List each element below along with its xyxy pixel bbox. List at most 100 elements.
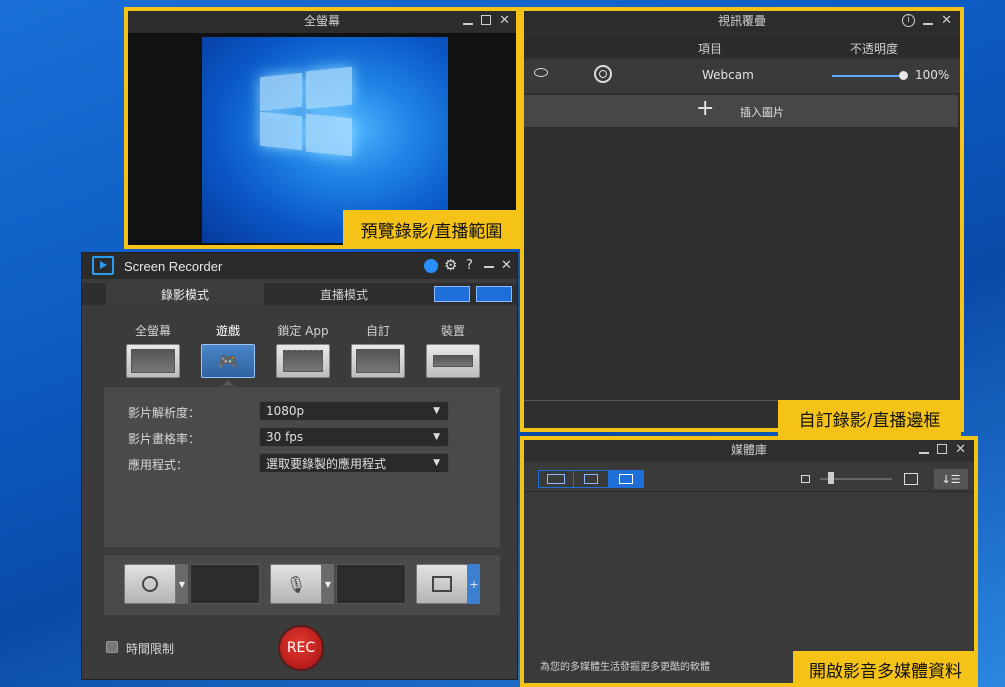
info-icon[interactable]: i xyxy=(902,13,916,27)
media-titlebar: 媒體庫 xyxy=(520,436,978,462)
thumb-size-handle[interactable] xyxy=(828,472,834,484)
webcam-toggle-button[interactable] xyxy=(124,564,176,604)
gamepad-icon: 🎮 xyxy=(218,351,238,371)
overlay-title: 視訊覆疊 xyxy=(717,13,766,28)
recorder-titlebar: Screen Recorder ⚙ ? ✕ xyxy=(82,253,517,279)
minimize-icon[interactable] xyxy=(484,266,494,268)
small-thumb-icon[interactable] xyxy=(801,475,810,483)
resolution-value: 1080p xyxy=(266,404,305,418)
settings-gear-icon[interactable]: ⚙ xyxy=(444,256,457,274)
overlay-row-webcam[interactable]: Webcam 100% xyxy=(520,59,964,93)
column-item-header: 項目 xyxy=(698,42,723,56)
minimize-icon[interactable] xyxy=(919,452,930,454)
recording-settings-panel: 影片解析度： 1080p ▼ 影片畫格率： 30 fps ▼ 應用程式： 選取要… xyxy=(104,387,500,547)
layout-dual-icon[interactable] xyxy=(476,286,512,302)
overlay-header-row: 項目 不透明度 xyxy=(520,37,964,57)
minimize-icon[interactable] xyxy=(923,23,934,25)
help-icon[interactable]: ? xyxy=(466,258,473,273)
media-title: 媒體庫 xyxy=(730,442,767,457)
microphone-level-field xyxy=(336,564,406,604)
tab-live-mode[interactable]: 直播模式 xyxy=(264,283,424,305)
close-icon[interactable]: ✕ xyxy=(499,13,510,28)
insert-image-label: 插入圖片 xyxy=(740,106,784,119)
framerate-value: 30 fps xyxy=(266,430,304,444)
preview-title: 全螢幕 xyxy=(303,13,340,28)
time-limit-label: 時間限制 xyxy=(126,642,175,656)
tab-record-mode[interactable]: 錄影模式 xyxy=(106,283,264,305)
effects-button[interactable] xyxy=(416,564,468,604)
opacity-slider-handle[interactable] xyxy=(899,71,908,80)
overlay-callout: 自訂錄影/直播邊框 xyxy=(778,400,961,436)
microphone-dropdown[interactable]: ▼ xyxy=(322,564,334,604)
recorder-title: Screen Recorder xyxy=(124,259,223,274)
media-window-controls: ✕ xyxy=(919,436,966,462)
custom-mode-button[interactable] xyxy=(351,344,405,378)
mode-label-device: 裝置 xyxy=(440,324,465,338)
lock-app-mode-button[interactable] xyxy=(276,344,330,378)
lock-app-icon xyxy=(283,350,323,372)
custom-region-icon xyxy=(356,349,400,373)
app-logo-icon xyxy=(92,256,114,275)
microphone-toggle-button[interactable]: 🎙 xyxy=(270,564,322,604)
webcam-preview-field xyxy=(190,564,260,604)
application-select[interactable]: 選取要錄製的應用程式 ▼ xyxy=(259,453,449,473)
device-mode-button[interactable] xyxy=(426,344,480,378)
plus-icon: + xyxy=(696,96,715,121)
maximize-icon[interactable] xyxy=(937,444,948,454)
chevron-down-icon: ▼ xyxy=(433,458,440,468)
framerate-select[interactable]: 30 fps ▼ xyxy=(259,427,449,447)
effects-icon xyxy=(432,576,452,592)
mode-label-custom: 自訂 xyxy=(365,324,390,338)
minimize-icon[interactable] xyxy=(463,23,474,25)
large-thumb-icon[interactable] xyxy=(904,473,918,485)
fullscreen-mode-button[interactable] xyxy=(126,344,180,378)
hdmi-device-icon xyxy=(433,355,473,367)
all-media-filter-icon[interactable] xyxy=(539,471,574,487)
media-toolbar: ↓☰ xyxy=(520,466,978,492)
close-icon[interactable]: ✕ xyxy=(941,13,952,28)
preview-titlebar: 全螢幕 xyxy=(124,7,520,33)
fullscreen-icon xyxy=(131,349,175,373)
chevron-down-icon: ▼ xyxy=(433,432,440,442)
notification-icon[interactable] xyxy=(424,259,438,273)
more-software-link[interactable]: 為您的多媒體生活發掘更多更酷的軟體 xyxy=(540,658,710,673)
video-filter-icon[interactable] xyxy=(574,471,609,487)
windows-logo-pane xyxy=(260,111,302,151)
sort-icon[interactable]: ↓☰ xyxy=(934,469,968,489)
framerate-label: 影片畫格率： xyxy=(128,432,201,446)
media-callout: 開啟影音多媒體資料 xyxy=(793,651,978,687)
time-limit-checkbox[interactable] xyxy=(106,641,118,653)
tab-live-label: 直播模式 xyxy=(319,287,368,302)
webcam-icon xyxy=(594,65,612,83)
insert-image-button[interactable]: + 插入圖片 xyxy=(524,95,958,127)
windows-logo-pane xyxy=(306,66,352,110)
mode-label-game: 遊戲 xyxy=(215,324,240,338)
microphone-icon: 🎙 xyxy=(285,574,307,594)
opacity-value: 100% xyxy=(915,68,950,82)
layout-single-icon[interactable] xyxy=(434,286,470,302)
opacity-slider[interactable] xyxy=(832,75,904,77)
overlay-titlebar: 視訊覆疊 xyxy=(520,7,964,33)
add-device-button[interactable]: + xyxy=(468,564,480,604)
mode-label-fullscreen: 全螢幕 xyxy=(134,324,171,338)
maximize-icon[interactable] xyxy=(481,15,492,25)
chevron-down-icon: ▼ xyxy=(433,406,440,416)
image-filter-icon[interactable] xyxy=(609,471,643,487)
windows-logo-pane xyxy=(306,113,352,157)
game-mode-button[interactable]: 🎮 xyxy=(201,344,255,378)
rec-button[interactable]: REC xyxy=(278,625,324,671)
selected-mode-pointer xyxy=(222,380,234,386)
visibility-eye-icon[interactable] xyxy=(534,68,548,77)
overlay-window-controls: i ✕ xyxy=(902,7,952,33)
webcam-dropdown[interactable]: ▼ xyxy=(176,564,188,604)
media-library-window: 媒體庫 ✕ ↓☰ 為您的多媒體生活發掘更多更酷的軟體 xyxy=(520,436,978,687)
rec-label: REC xyxy=(286,640,316,656)
close-icon[interactable]: ✕ xyxy=(955,442,966,457)
preview-callout: 預覽錄影/直播範圍 xyxy=(343,210,520,249)
preview-window-controls: ✕ xyxy=(463,7,510,33)
column-opacity-header: 不透明度 xyxy=(850,42,899,56)
resolution-label: 影片解析度： xyxy=(128,406,201,420)
close-icon[interactable]: ✕ xyxy=(501,258,512,273)
application-label: 應用程式： xyxy=(128,458,189,472)
resolution-select[interactable]: 1080p ▼ xyxy=(259,401,449,421)
